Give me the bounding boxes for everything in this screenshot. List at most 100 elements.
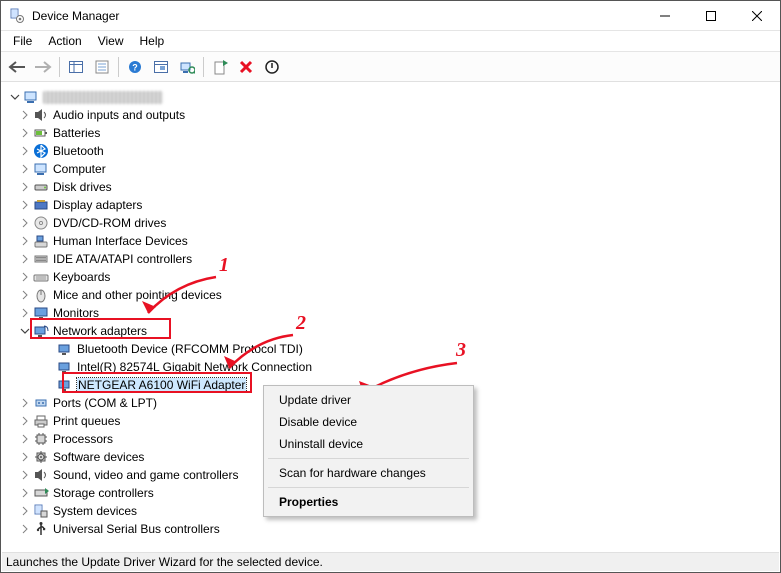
- toolbar-back-button[interactable]: [5, 55, 29, 79]
- device-category[interactable]: Monitors: [8, 304, 779, 322]
- device-category[interactable]: Computer: [8, 160, 779, 178]
- close-button[interactable]: [734, 1, 780, 31]
- expand-icon[interactable]: [18, 450, 32, 464]
- device-category-label: Batteries: [53, 126, 100, 140]
- device-category-icon: [33, 521, 49, 537]
- device-root[interactable]: [8, 88, 779, 106]
- toolbar-scan-hardware-button[interactable]: [175, 55, 199, 79]
- device-category-icon: [33, 323, 49, 339]
- device-category-label: Software devices: [53, 450, 144, 464]
- ctx-properties[interactable]: Properties: [267, 491, 470, 513]
- toolbar-help-button[interactable]: ?: [123, 55, 147, 79]
- device-category-icon: [33, 197, 49, 213]
- toolbar-properties-button[interactable]: [90, 55, 114, 79]
- expand-icon[interactable]: [18, 270, 32, 284]
- menu-view[interactable]: View: [90, 32, 132, 50]
- expand-icon[interactable]: [18, 432, 32, 446]
- device-category-label: Bluetooth: [53, 144, 104, 158]
- network-adapter-icon: [57, 359, 73, 375]
- device-category[interactable]: Display adapters: [8, 196, 779, 214]
- device-category[interactable]: Universal Serial Bus controllers: [8, 520, 779, 538]
- device-category-label: Processors: [53, 432, 113, 446]
- expand-icon[interactable]: [18, 234, 32, 248]
- maximize-button[interactable]: [688, 1, 734, 31]
- device-category-label: Print queues: [53, 414, 120, 428]
- ctx-update-driver[interactable]: Update driver: [267, 389, 470, 411]
- device-category-icon: [33, 179, 49, 195]
- statusbar: Launches the Update Driver Wizard for th…: [2, 552, 779, 571]
- expand-icon[interactable]: [18, 198, 32, 212]
- device-category-icon: [33, 269, 49, 285]
- device-category-label: System devices: [53, 504, 137, 518]
- device-category-icon: [33, 503, 49, 519]
- toolbar-forward-button[interactable]: [31, 55, 55, 79]
- device-category-icon: [33, 395, 49, 411]
- network-adapter-icon: [57, 377, 73, 393]
- expand-icon[interactable]: [18, 252, 32, 266]
- device-category[interactable]: Audio inputs and outputs: [8, 106, 779, 124]
- menu-action[interactable]: Action: [40, 32, 89, 50]
- device-category[interactable]: Mice and other pointing devices: [8, 286, 779, 304]
- tree-spacer: [42, 378, 56, 392]
- menu-file[interactable]: File: [5, 32, 40, 50]
- tree-spacer: [42, 360, 56, 374]
- expand-icon[interactable]: [18, 306, 32, 320]
- expand-icon[interactable]: [18, 522, 32, 536]
- ctx-scan-hardware[interactable]: Scan for hardware changes: [267, 462, 470, 484]
- device-category[interactable]: Batteries: [8, 124, 779, 142]
- toolbar-options-button[interactable]: [149, 55, 173, 79]
- expand-icon[interactable]: [18, 144, 32, 158]
- expand-icon[interactable]: [18, 126, 32, 140]
- expand-icon[interactable]: [18, 486, 32, 500]
- expand-icon[interactable]: [18, 162, 32, 176]
- expand-icon[interactable]: [18, 288, 32, 302]
- device-category-label: IDE ATA/ATAPI controllers: [53, 252, 192, 266]
- menu-help[interactable]: Help: [132, 32, 173, 50]
- collapse-icon[interactable]: [18, 324, 32, 338]
- expand-icon[interactable]: [18, 216, 32, 230]
- toolbar-show-hide-tree-button[interactable]: [64, 55, 88, 79]
- computer-icon: [23, 89, 39, 105]
- toolbar-disable-button[interactable]: [260, 55, 284, 79]
- collapse-icon[interactable]: [8, 90, 22, 104]
- device-item[interactable]: Bluetooth Device (RFCOMM Protocol TDI): [8, 340, 779, 358]
- context-menu: Update driver Disable device Uninstall d…: [263, 385, 474, 517]
- device-category-icon: [33, 233, 49, 249]
- device-item-label: Bluetooth Device (RFCOMM Protocol TDI): [77, 342, 303, 356]
- device-category-label: Network adapters: [53, 324, 147, 338]
- expand-icon[interactable]: [18, 468, 32, 482]
- device-category-icon: [33, 413, 49, 429]
- device-category-label: Mice and other pointing devices: [53, 288, 222, 302]
- device-category-label: Display adapters: [53, 198, 142, 212]
- expand-icon[interactable]: [18, 414, 32, 428]
- device-category-label: Storage controllers: [53, 486, 154, 500]
- device-category[interactable]: IDE ATA/ATAPI controllers: [8, 250, 779, 268]
- device-category[interactable]: Bluetooth: [8, 142, 779, 160]
- device-item-label: Intel(R) 82574L Gigabit Network Connecti…: [77, 360, 312, 374]
- titlebar: Device Manager: [1, 1, 780, 31]
- device-item[interactable]: Intel(R) 82574L Gigabit Network Connecti…: [8, 358, 779, 376]
- device-category-label: Human Interface Devices: [53, 234, 188, 248]
- toolbar-separator: [118, 57, 119, 77]
- device-category-icon: [33, 467, 49, 483]
- expand-icon[interactable]: [18, 396, 32, 410]
- device-category-label: Keyboards: [53, 270, 110, 284]
- device-category-icon: [33, 305, 49, 321]
- minimize-button[interactable]: [642, 1, 688, 31]
- device-category[interactable]: Human Interface Devices: [8, 232, 779, 250]
- device-category-label: Audio inputs and outputs: [53, 108, 185, 122]
- device-category-label: DVD/CD-ROM drives: [53, 216, 166, 230]
- app-icon: [9, 8, 25, 24]
- toolbar-update-driver-button[interactable]: [208, 55, 232, 79]
- toolbar-uninstall-button[interactable]: [234, 55, 258, 79]
- ctx-uninstall-device[interactable]: Uninstall device: [267, 433, 470, 455]
- device-category-icon: [33, 161, 49, 177]
- device-category[interactable]: DVD/CD-ROM drives: [8, 214, 779, 232]
- expand-icon[interactable]: [18, 108, 32, 122]
- device-category[interactable]: Keyboards: [8, 268, 779, 286]
- expand-icon[interactable]: [18, 180, 32, 194]
- ctx-disable-device[interactable]: Disable device: [267, 411, 470, 433]
- expand-icon[interactable]: [18, 504, 32, 518]
- device-category[interactable]: Network adapters: [8, 322, 779, 340]
- device-category[interactable]: Disk drives: [8, 178, 779, 196]
